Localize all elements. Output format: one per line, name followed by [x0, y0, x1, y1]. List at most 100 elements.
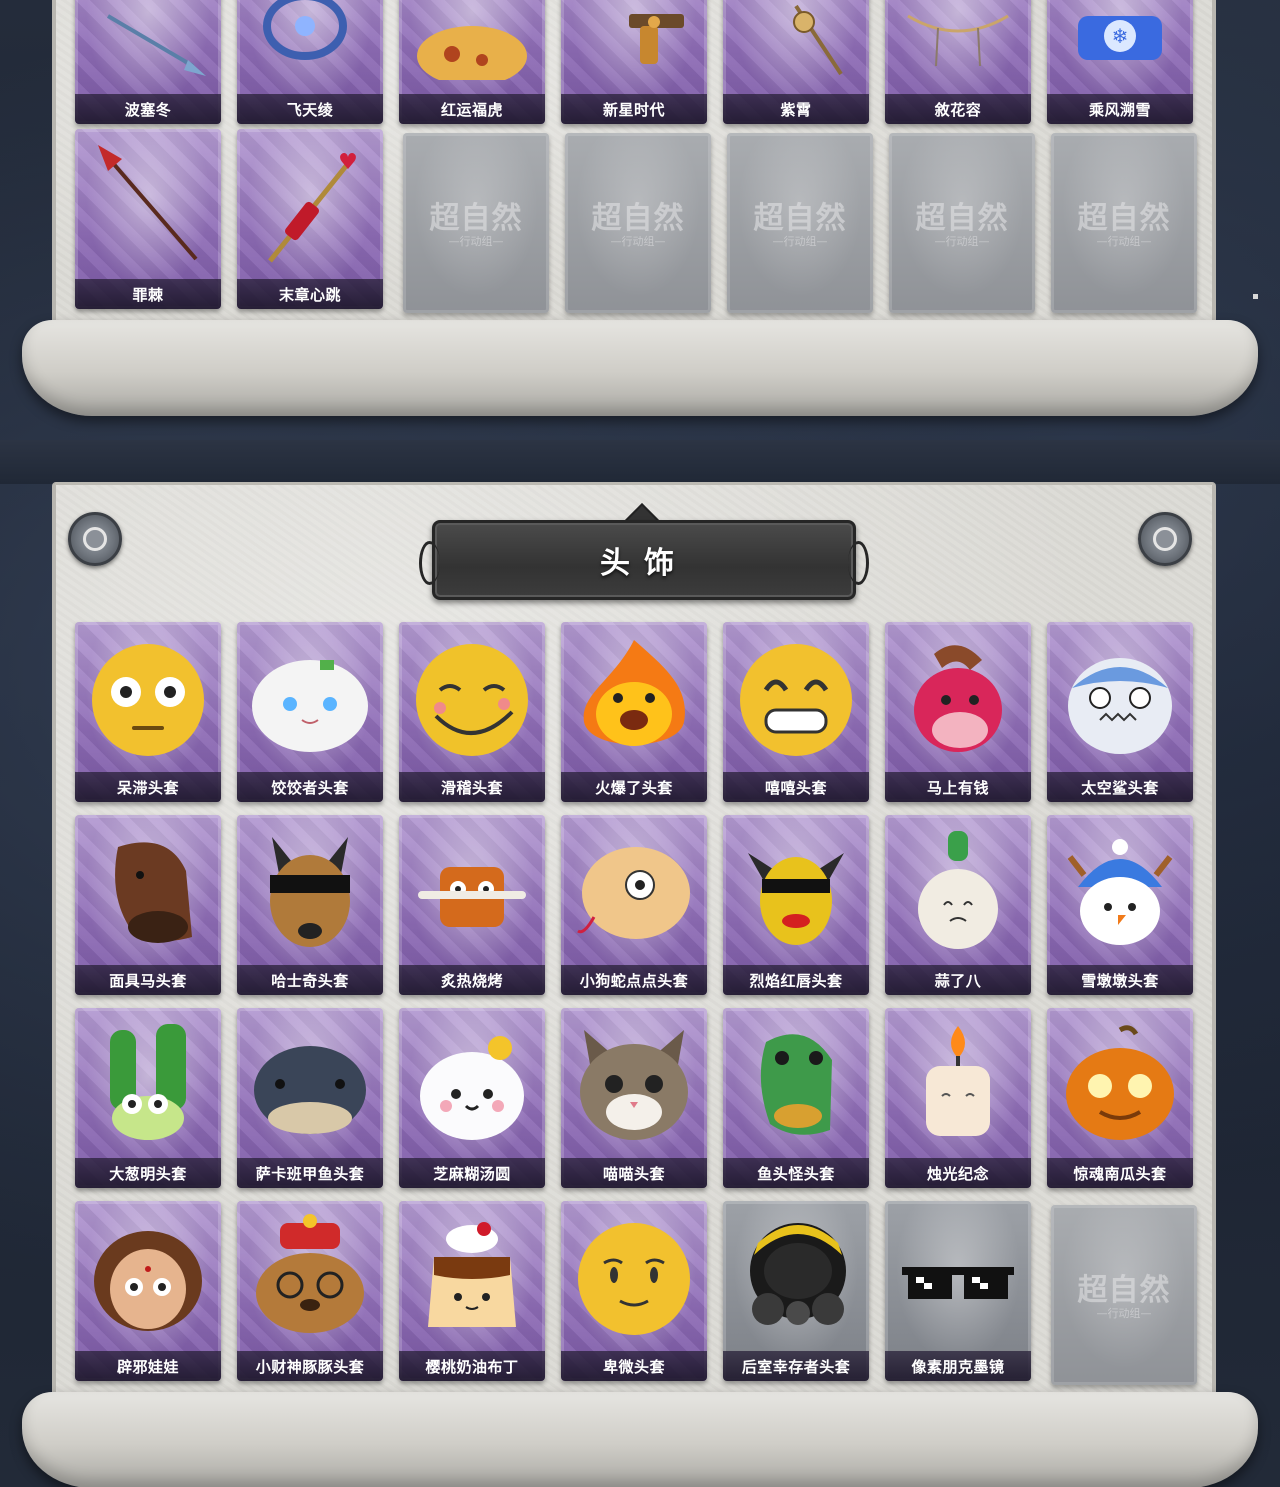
- page: 波塞冬 飞天绫 红运福虎 新星时代 紫霄 敘花容 ❄ 乘风溯雪 罪棘 ♥ 末章心…: [0, 0, 1280, 1487]
- ancient-fish-icon: [254, 1046, 366, 1134]
- headwear-name: 大葱明头套: [75, 1158, 221, 1188]
- watermark-text: 超自然: [1077, 1273, 1171, 1308]
- headwear-name: 饺饺者头套: [237, 772, 383, 802]
- headwear-name: 嘻嘻头套: [723, 772, 869, 802]
- red-lips-icon: [748, 853, 844, 945]
- headwear-name: 烛光纪念: [885, 1158, 1031, 1188]
- garlic-icon: [918, 831, 998, 949]
- empty-slot: 超自然 —行动组—: [403, 133, 549, 313]
- headwear-name: 芝麻糊汤圆: [399, 1158, 545, 1188]
- headwear-card[interactable]: 萨卡班甲鱼头套: [237, 1008, 383, 1188]
- compass-medallion-icon: [68, 512, 122, 566]
- headwear-card[interactable]: 滑稽头套: [399, 622, 545, 802]
- item-card[interactable]: ♥ 末章心跳: [237, 129, 383, 309]
- scallion-icon: [110, 1024, 186, 1140]
- headwear-card[interactable]: 嘻嘻头套: [723, 622, 869, 802]
- item-name: 乘风溯雪: [1047, 94, 1193, 124]
- headwear-name: 火爆了头套: [561, 772, 707, 802]
- smirk-face-icon: [416, 644, 528, 756]
- item-name: 罪棘: [75, 279, 221, 309]
- headwear-name: 雪墩墩头套: [1047, 965, 1193, 995]
- headwear-card[interactable]: 马上有钱: [885, 622, 1031, 802]
- watermark-subtext: —行动组—: [772, 235, 828, 248]
- gas-mask-helmet-icon: [750, 1223, 846, 1325]
- headwear-card[interactable]: 小财神豚豚头套: [237, 1201, 383, 1381]
- headwear-card[interactable]: 太空鲨头套: [1047, 622, 1193, 802]
- item-name: 敘花容: [885, 94, 1031, 124]
- headwear-name: 卑微头套: [561, 1351, 707, 1381]
- headwear-name: 小财神豚豚头套: [237, 1351, 383, 1381]
- headwear-card[interactable]: 烛光纪念: [885, 1008, 1031, 1188]
- headwear-card[interactable]: 卑微头套: [561, 1201, 707, 1381]
- item-card[interactable]: 紫霄: [723, 0, 869, 124]
- item-card[interactable]: 波塞冬: [75, 0, 221, 124]
- watermark-subtext: —行动组—: [610, 235, 666, 248]
- item-card[interactable]: 飞天绫: [237, 0, 383, 124]
- capybara-god-icon: [256, 1214, 364, 1333]
- headwear-card[interactable]: 樱桃奶油布丁: [399, 1201, 545, 1381]
- tiger-icon: [417, 26, 527, 80]
- dumpling-face-icon: [252, 660, 368, 752]
- background-band: [0, 440, 1280, 484]
- item-card[interactable]: 敘花容: [885, 0, 1031, 124]
- pistol-icon: [629, 14, 684, 64]
- headwear-card[interactable]: 鱼头怪头套: [723, 1008, 869, 1188]
- fish-head-icon: [760, 1034, 832, 1135]
- headwear-card[interactable]: 小狗蛇点点头套: [561, 815, 707, 995]
- item-name: 新星时代: [561, 94, 707, 124]
- headwear-name: 太空鲨头套: [1047, 772, 1193, 802]
- empty-slot: 超自然 —行动组—: [727, 133, 873, 313]
- headwear-card[interactable]: 芝麻糊汤圆: [399, 1008, 545, 1188]
- headwear-name: 烈焰红唇头套: [723, 965, 869, 995]
- headwear-name: 樱桃奶油布丁: [399, 1351, 545, 1381]
- space-shark-icon: [1068, 658, 1172, 754]
- scroll-curl-top: [22, 320, 1258, 416]
- svg-text:♥: ♥: [338, 150, 358, 175]
- item-name: 红运福虎: [399, 94, 545, 124]
- headwear-card[interactable]: 辟邪娃娃: [75, 1201, 221, 1381]
- ribbon-icon: [263, 0, 347, 60]
- item-card[interactable]: 新星时代: [561, 0, 707, 124]
- headwear-card[interactable]: 大葱明头套: [75, 1008, 221, 1188]
- headwear-card[interactable]: 呆滞头套: [75, 622, 221, 802]
- horse-money-icon: [914, 645, 1002, 752]
- item-card[interactable]: 罪棘: [75, 129, 221, 309]
- watermark-text: 超自然: [429, 201, 523, 236]
- trident-icon: [106, 14, 206, 76]
- heart-scepter-icon: ♥: [268, 150, 358, 263]
- staff-icon: [793, 4, 843, 76]
- item-name: 紫霄: [723, 94, 869, 124]
- empty-slot: 超自然 —行动组—: [889, 133, 1035, 313]
- headwear-card[interactable]: 火爆了头套: [561, 622, 707, 802]
- scroll-curl-bottom: [22, 1392, 1258, 1487]
- headwear-name: 鱼头怪头套: [723, 1158, 869, 1188]
- headwear-card[interactable]: 烈焰红唇头套: [723, 815, 869, 995]
- pumpkin-icon: [1066, 1025, 1174, 1140]
- headwear-card[interactable]: 饺饺者头套: [237, 622, 383, 802]
- grin-face-icon: [740, 644, 852, 756]
- snake-head-icon: [577, 847, 690, 939]
- headwear-name: 面具马头套: [75, 965, 221, 995]
- headwear-name: 小狗蛇点点头套: [561, 965, 707, 995]
- headwear-card[interactable]: 炙热烧烤: [399, 815, 545, 995]
- headwear-card[interactable]: 面具马头套: [75, 815, 221, 995]
- item-card[interactable]: ❄ 乘风溯雪: [1047, 0, 1193, 124]
- watermark-text: 超自然: [591, 201, 685, 236]
- item-card[interactable]: 红运福虎: [399, 0, 545, 124]
- husky-sunglasses-icon: [270, 837, 350, 947]
- headwear-card[interactable]: 像素朋克墨镜: [885, 1201, 1031, 1381]
- headwear-card[interactable]: 喵喵头套: [561, 1008, 707, 1188]
- item-name: 波塞冬: [75, 94, 221, 124]
- section-title: 头饰: [600, 546, 688, 581]
- headwear-card[interactable]: 雪墩墩头套: [1047, 815, 1193, 995]
- headwear-card[interactable]: 后室幸存者头套: [723, 1201, 869, 1381]
- headwear-card[interactable]: 蒜了八: [885, 815, 1031, 995]
- snowflake-icon: ❄: [1078, 16, 1162, 60]
- humble-face-icon: [578, 1223, 690, 1335]
- watermark-subtext: —行动组—: [448, 235, 504, 248]
- headwear-card[interactable]: 哈士奇头套: [237, 815, 383, 995]
- empty-slot: 超自然 —行动组—: [1051, 133, 1197, 313]
- snowman-icon: [1067, 839, 1173, 945]
- headwear-name: 呆滞头套: [75, 772, 221, 802]
- headwear-card[interactable]: 惊魂南瓜头套: [1047, 1008, 1193, 1188]
